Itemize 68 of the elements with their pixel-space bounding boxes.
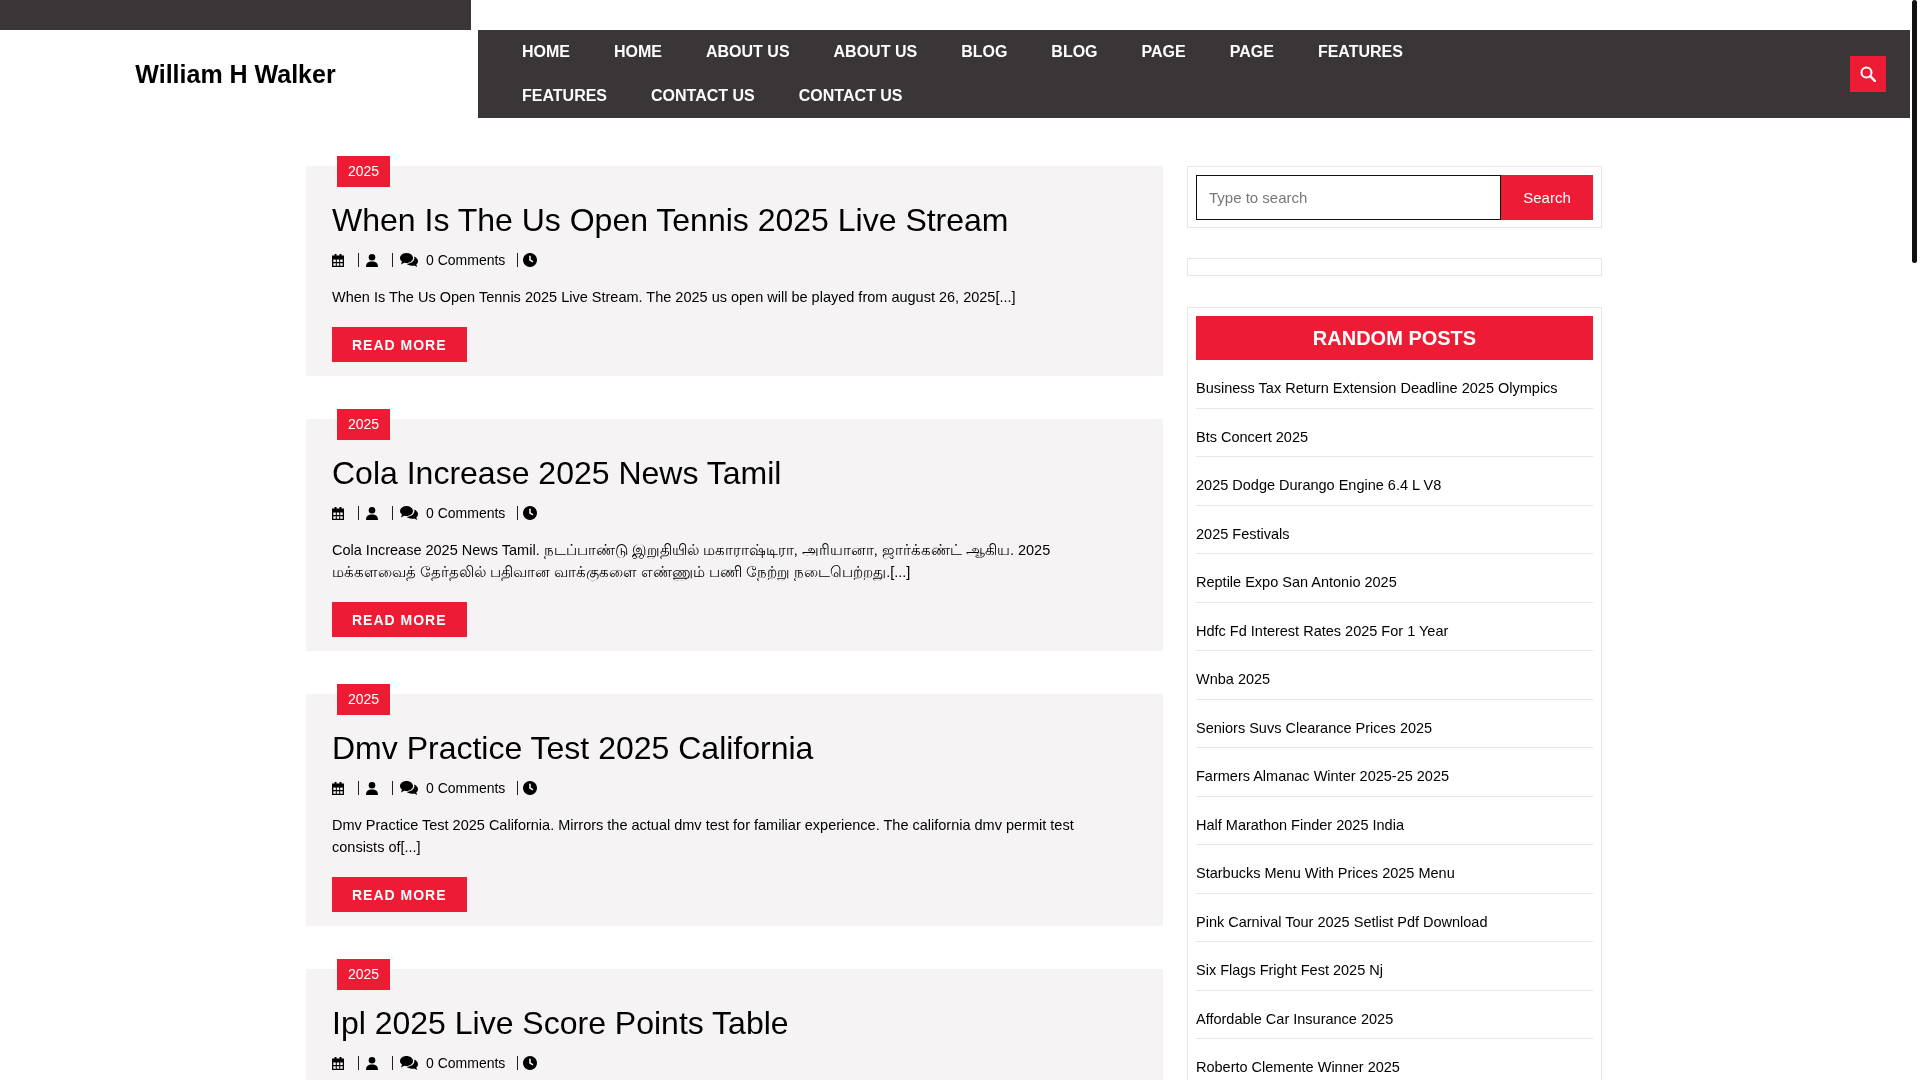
post-title[interactable]: When Is The Us Open Tennis 2025 Live Stream — [332, 200, 1009, 240]
nav-link[interactable]: PAGE — [1119, 30, 1208, 74]
post-title[interactable]: Dmv Practice Test 2025 California — [332, 728, 814, 768]
post-excerpt: Cola Increase 2025 News Tamil. நடப்பாண்டு இறுதியில் மகாராஷ்டிரா, அரியானா, ஜார்க்கண்ட் ஆகிய. 2025 மக்களவைத் தேர்தலில் பதிவான வாக்குகளை எண்ணும் பணி நேற்று நடைபெற்றது.[...] — [332, 541, 1052, 583]
search-icon — [1860, 66, 1876, 82]
random-post-link[interactable]: Starbucks Menu With Prices 2025 Menu — [1196, 865, 1455, 881]
clock-icon — [523, 781, 538, 795]
random-post-link[interactable]: Farmers Almanac Winter 2025-25 2025 — [1196, 768, 1450, 784]
post-title[interactable]: Ipl 2025 Live Score Points Table — [332, 1003, 789, 1043]
random-post-link[interactable]: Wnba 2025 — [1196, 671, 1271, 687]
category-tag[interactable]: 2025 — [337, 959, 391, 990]
user-icon — [366, 781, 378, 795]
read-more-button[interactable]: READ MORE — [332, 877, 467, 912]
widget-title: RANDOM POSTS — [1196, 316, 1593, 360]
nav-link[interactable]: BLOG — [939, 30, 1030, 74]
nav-link[interactable]: ABOUT US — [811, 30, 940, 74]
random-post-link[interactable]: Half Marathon Finder 2025 India — [1196, 816, 1404, 833]
nav-link[interactable]: PAGE — [1207, 30, 1296, 74]
search-submit-button[interactable]: Search — [1501, 175, 1593, 220]
nav-link[interactable]: ABOUT US — [684, 30, 812, 74]
random-post-link[interactable]: Bts Concert 2025 — [1196, 428, 1309, 445]
comment-count[interactable]: 0 Comments — [426, 778, 506, 798]
post-excerpt: When Is The Us Open Tennis 2025 Live Stream. The 2025 us open will be played from august 26, 2025[...] — [332, 288, 1016, 307]
nav-link[interactable]: HOME — [500, 30, 592, 74]
random-post-link[interactable]: 2025 Dodge Durango Engine 6.4 L V8 — [1196, 477, 1442, 493]
random-post-link[interactable]: 2025 Festivals — [1196, 525, 1290, 542]
random-post-link[interactable]: Business Tax Return Extension Deadline 2025 Olympics — [1196, 380, 1558, 396]
category-tag[interactable]: 2025 — [337, 684, 391, 715]
random-post-link[interactable]: Seniors Suvs Clearance Prices 2025 — [1196, 719, 1433, 736]
clock-icon — [523, 253, 538, 267]
calendar-icon — [332, 506, 344, 520]
clock-icon — [523, 506, 538, 520]
random-post-link[interactable]: Six Flags Fright Fest 2025 Nj — [1196, 962, 1383, 978]
user-icon — [366, 1056, 378, 1070]
read-more-button[interactable]: READ MORE — [332, 327, 467, 362]
random-post-link[interactable]: Pink Carnival Tour 2025 Setlist Pdf Download — [1196, 913, 1488, 930]
comment-count[interactable]: 0 Comments — [426, 1053, 506, 1073]
calendar-icon — [332, 253, 344, 267]
nav-link[interactable]: FEATURES — [500, 74, 630, 118]
user-icon — [366, 506, 378, 520]
comment-count[interactable]: 0 Comments — [426, 503, 506, 523]
site-title[interactable]: William H Walker — [135, 59, 336, 89]
nav-link[interactable]: BLOG — [1029, 30, 1120, 74]
post-excerpt: Dmv Practice Test 2025 California. Mirrors the actual dmv test for familiar experience. The california dmv permit test consists of[...] — [332, 816, 1075, 857]
comments-icon — [400, 253, 418, 267]
search-button[interactable] — [1850, 56, 1886, 92]
comments-icon — [400, 506, 418, 520]
nav-link[interactable]: CONTACT US — [776, 74, 925, 118]
user-icon — [366, 253, 378, 267]
random-post-link[interactable]: Affordable Car Insurance 2025 — [1196, 1010, 1394, 1027]
random-post-link[interactable]: Hdfc Fd Interest Rates 2025 For 1 Year — [1196, 622, 1449, 639]
nav-link[interactable]: CONTACT US — [629, 74, 777, 118]
random-post-link[interactable]: Roberto Clemente Winner 2025 — [1196, 1059, 1400, 1075]
post-title[interactable]: Cola Increase 2025 News Tamil — [332, 453, 782, 493]
random-post-link[interactable]: Reptile Expo San Antonio 2025 — [1196, 574, 1397, 590]
read-more-button[interactable]: READ MORE — [332, 602, 467, 637]
category-tag[interactable]: 2025 — [337, 409, 391, 440]
search-field[interactable]: Type to search — [1196, 175, 1501, 220]
scrollbar-thumb[interactable] — [1912, 0, 1917, 263]
category-tag[interactable]: 2025 — [337, 156, 391, 187]
calendar-icon — [332, 781, 344, 795]
comments-icon — [400, 781, 418, 795]
clock-icon — [523, 1056, 538, 1070]
comment-count[interactable]: 0 Comments — [426, 250, 506, 270]
nav-link[interactable]: FEATURES — [1295, 30, 1425, 74]
calendar-icon — [332, 1056, 344, 1070]
nav-link[interactable]: HOME — [592, 30, 684, 74]
comments-icon — [400, 1056, 418, 1070]
